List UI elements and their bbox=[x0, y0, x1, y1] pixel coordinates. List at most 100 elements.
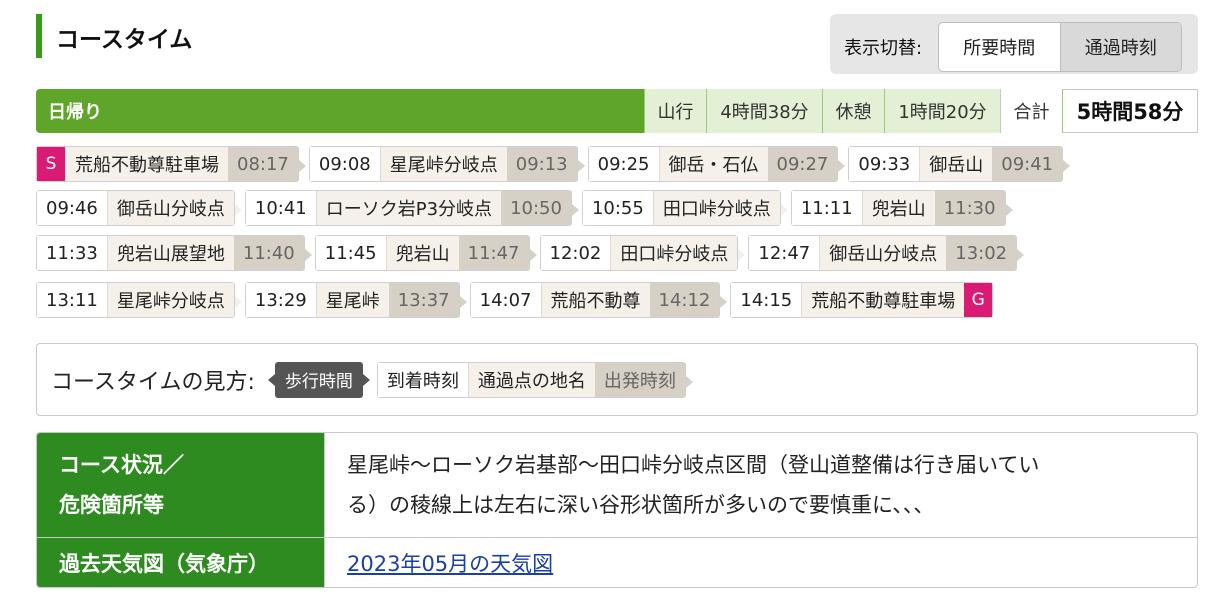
arrow-icon bbox=[720, 296, 728, 308]
route-stop: S 荒船不動尊駐車場 08:17 bbox=[36, 146, 306, 182]
stop-name: 御岳・石仏 bbox=[658, 147, 768, 181]
route-stop: 13:29 星尾峠 13:37 bbox=[244, 282, 467, 318]
stop-name: 田口峠分岐点 bbox=[610, 236, 738, 270]
stop-name: 星尾峠分岐点 bbox=[106, 283, 234, 317]
weather-map-row: 過去天気図（気象庁） 2023年05月の天気図 bbox=[37, 538, 1197, 587]
display-toggle-label: 表示切替: bbox=[844, 38, 923, 59]
route-stop: 12:02 田口峠分岐点 bbox=[539, 235, 746, 271]
stop-name: ローソク岩P3分岐点 bbox=[315, 191, 502, 225]
stop-name: 星尾峠 bbox=[315, 283, 389, 317]
toggle-passing-time-button[interactable]: 通過時刻 bbox=[1059, 23, 1181, 71]
rest-label: 休憩 bbox=[822, 89, 884, 133]
course-info-table: コース状況／ 危険箇所等 星尾峠～ローソク岩基部～田口峠分岐点区間（登山道整備は… bbox=[36, 432, 1198, 588]
display-toggle: 表示切替: 所要時間 通過時刻 bbox=[830, 14, 1198, 74]
stop-departure: 10:50 bbox=[501, 191, 571, 225]
toggle-duration-button[interactable]: 所要時間 bbox=[939, 23, 1060, 71]
stop-name: 星尾峠分岐点 bbox=[379, 147, 507, 181]
route-stop: 11:33 兜岩山展望地 11:40 bbox=[36, 235, 312, 271]
arrow-icon bbox=[234, 296, 242, 308]
total-time: 5時間58分 bbox=[1062, 89, 1198, 133]
route-row: 13:11 星尾峠分岐点 13:29 星尾峠 13:37 14:07 荒船不動尊… bbox=[36, 282, 1003, 318]
stop-arrival: 12:02 bbox=[540, 236, 611, 270]
stop-name: 荒船不動尊駐車場 bbox=[801, 283, 965, 317]
route-stop: 13:11 星尾峠分岐点 bbox=[36, 282, 242, 318]
arrow-icon bbox=[780, 204, 788, 216]
course-status-heading-line: コース状況／ bbox=[59, 453, 184, 477]
weather-map-cell: 2023年05月の天気図 bbox=[325, 538, 1197, 587]
course-status-text: 星尾峠～ローソク岩基部～田口峠分岐点区間（登山道整備は行き届いてい る）の稜線上… bbox=[325, 433, 1197, 537]
course-status-heading-line: 危険箇所等 bbox=[59, 493, 164, 517]
legend-stop: 到着時刻 通過点の地名 出発時刻 bbox=[376, 361, 693, 398]
route-stop: 10:41 ローソク岩P3分岐点 10:50 bbox=[244, 190, 579, 226]
route-stop: 09:25 御岳・石仏 09:27 bbox=[587, 146, 846, 182]
title-accent-bar bbox=[36, 14, 42, 58]
stop-arrival: 10:41 bbox=[245, 191, 316, 225]
stop-name: 御岳山 bbox=[919, 147, 993, 181]
arrow-icon bbox=[571, 204, 579, 216]
stop-departure: 11:30 bbox=[934, 191, 1005, 225]
course-time-legend: コースタイムの見方: 歩行時間 到着時刻 通過点の地名 出発時刻 bbox=[36, 343, 1198, 416]
stop-arrival: 11:45 bbox=[315, 236, 386, 270]
course-summary-bar: 日帰り 山行 4時間38分 休憩 1時間20分 合計 5時間58分 bbox=[36, 89, 1198, 133]
stop-name: 御岳山分岐点 bbox=[106, 191, 234, 225]
route-stop: 14:07 荒船不動尊 14:12 bbox=[469, 282, 728, 318]
stop-departure: 13:37 bbox=[388, 283, 459, 317]
course-status-row: コース状況／ 危険箇所等 星尾峠～ローソク岩基部～田口峠分岐点区間（登山道整備は… bbox=[37, 433, 1197, 538]
route-row: S 荒船不動尊駐車場 08:17 09:08 星尾峠分岐点 09:13 09:2… bbox=[36, 146, 1073, 182]
route-row: 11:33 兜岩山展望地 11:40 11:45 兜岩山 11:47 12:02… bbox=[36, 235, 1027, 271]
arrow-icon bbox=[738, 249, 746, 261]
walk-time: 4時間38分 bbox=[706, 89, 822, 133]
stop-name: 兜岩山 bbox=[861, 191, 935, 225]
arrow-icon bbox=[577, 160, 585, 172]
route-stop: 14:15 荒船不動尊駐車場 G bbox=[730, 282, 994, 318]
page-title: コースタイム bbox=[56, 27, 193, 53]
stop-name: 荒船不動尊 bbox=[540, 283, 650, 317]
legend-place-name: 通過点の地名 bbox=[467, 362, 595, 397]
route-stop: 12:47 御岳山分岐点 13:02 bbox=[748, 235, 1025, 271]
stop-arrival: 14:15 bbox=[731, 283, 802, 317]
stop-arrival: 10:55 bbox=[582, 191, 653, 225]
stop-name: 荒船不動尊駐車場 bbox=[65, 147, 228, 181]
route-stop: 10:55 田口峠分岐点 bbox=[581, 190, 788, 226]
start-badge: S bbox=[37, 147, 65, 181]
stop-name: 田口峠分岐点 bbox=[652, 191, 780, 225]
stop-departure: 11:47 bbox=[458, 236, 529, 270]
arrow-icon bbox=[304, 249, 312, 261]
route-stop: 09:46 御岳山分岐点 bbox=[36, 190, 242, 226]
stop-departure: 09:41 bbox=[992, 147, 1063, 181]
arrow-icon bbox=[838, 160, 846, 172]
stop-name: 御岳山分岐点 bbox=[819, 236, 947, 270]
trip-type: 日帰り bbox=[48, 102, 102, 123]
arrow-icon bbox=[529, 249, 537, 261]
legend-departure: 出発時刻 bbox=[594, 362, 685, 397]
stop-arrival: 09:08 bbox=[309, 147, 380, 181]
goal-badge: G bbox=[964, 283, 993, 317]
route-stop: 09:33 御岳山 09:41 bbox=[848, 146, 1071, 182]
course-status-line: 星尾峠～ローソク岩基部～田口峠分岐点区間（登山道整備は行き届いてい bbox=[347, 453, 1040, 477]
stop-name: 兜岩山展望地 bbox=[106, 236, 234, 270]
stop-name: 兜岩山 bbox=[385, 236, 459, 270]
route-stop: 09:08 星尾峠分岐点 09:13 bbox=[308, 146, 585, 182]
stop-arrival: 14:07 bbox=[470, 283, 541, 317]
stop-departure: 11:40 bbox=[233, 236, 304, 270]
stop-arrival: 09:25 bbox=[588, 147, 659, 181]
arrow-icon bbox=[298, 160, 306, 172]
rest-time: 1時間20分 bbox=[884, 89, 1000, 133]
stop-arrival: 12:47 bbox=[749, 236, 820, 270]
route-stop: 11:45 兜岩山 11:47 bbox=[314, 235, 537, 271]
display-toggle-buttons: 所要時間 通過時刻 bbox=[938, 22, 1182, 72]
arrow-icon bbox=[234, 204, 242, 216]
arrow-icon bbox=[459, 296, 467, 308]
stop-arrival: 13:11 bbox=[37, 283, 107, 317]
stop-departure: 13:02 bbox=[946, 236, 1017, 270]
arrow-icon bbox=[685, 375, 693, 388]
stop-arrival: 09:33 bbox=[849, 147, 920, 181]
stop-departure: 09:27 bbox=[767, 147, 838, 181]
legend-arrival: 到着時刻 bbox=[377, 362, 468, 397]
weather-map-link[interactable]: 2023年05月の天気図 bbox=[347, 552, 553, 576]
stop-departure: 09:13 bbox=[506, 147, 577, 181]
legend-walk-time: 歩行時間 bbox=[267, 361, 370, 398]
course-time-header: コースタイム 表示切替: 所要時間 通過時刻 bbox=[36, 14, 1198, 74]
walk-label: 山行 bbox=[644, 89, 706, 133]
stop-arrival: 11:11 bbox=[791, 191, 862, 225]
